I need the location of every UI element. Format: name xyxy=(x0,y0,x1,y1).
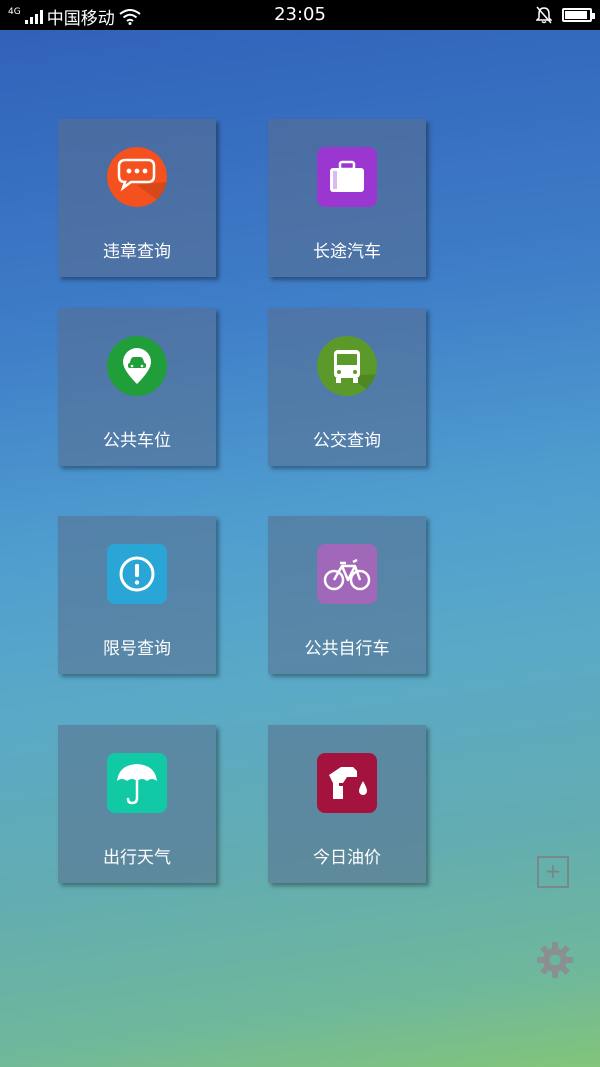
add-tile-button[interactable]: + xyxy=(537,856,569,888)
tile-label: 公共车位 xyxy=(103,431,171,451)
gear-icon[interactable] xyxy=(535,940,575,980)
tile-label: 今日油价 xyxy=(313,848,381,868)
fuel-nozzle-icon xyxy=(317,753,377,813)
tile-label: 公共自行车 xyxy=(304,639,390,659)
tile-label: 长途汽车 xyxy=(313,242,381,262)
tile-label: 公交查询 xyxy=(313,431,381,451)
tile-public-bicycle[interactable]: 公共自行车 xyxy=(268,516,426,674)
umbrella-icon xyxy=(107,753,167,813)
status-right xyxy=(536,6,595,24)
tile-label: 限号查询 xyxy=(103,639,171,659)
tile-bus-query[interactable]: 公交查询 xyxy=(268,308,426,466)
tile-long-distance-bus[interactable]: 长途汽车 xyxy=(268,119,426,277)
exclamation-circle-icon xyxy=(107,544,167,604)
bicycle-icon xyxy=(317,544,377,604)
car-location-pin-icon xyxy=(107,336,167,396)
bus-icon xyxy=(317,336,377,396)
tile-public-parking[interactable]: 公共车位 xyxy=(58,308,216,466)
tile-label: 出行天气 xyxy=(103,848,171,868)
tile-label: 违章查询 xyxy=(103,242,171,262)
chat-bubble-icon xyxy=(107,147,167,207)
battery-icon xyxy=(562,8,595,22)
tile-violation-query[interactable]: 违章查询 xyxy=(58,119,216,277)
tile-fuel-price[interactable]: 今日油价 xyxy=(268,725,426,883)
bell-muted-icon xyxy=(536,6,552,24)
clock: 23:05 xyxy=(274,4,326,25)
suitcase-icon xyxy=(317,147,377,207)
tile-plate-restriction[interactable]: 限号查询 xyxy=(58,516,216,674)
tile-travel-weather[interactable]: 出行天气 xyxy=(58,725,216,883)
status-bar: 4G 中国移动 23:05 xyxy=(0,0,600,30)
